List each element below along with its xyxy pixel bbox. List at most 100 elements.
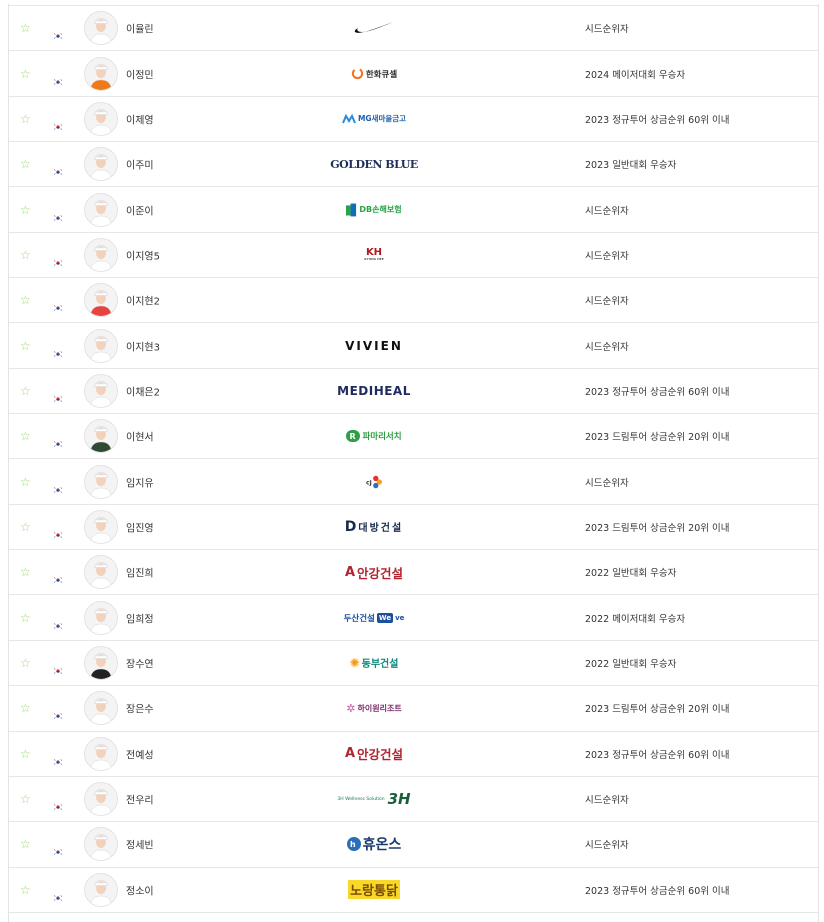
korea-flag-icon — [53, 161, 63, 176]
favorite-star-icon[interactable]: ☆ — [20, 22, 31, 34]
table-row[interactable]: ☆ 이지현3 VIVIEN 시드순위자 — [9, 322, 818, 367]
favorite-star-icon[interactable]: ☆ — [20, 294, 31, 306]
sponsor-empty — [314, 290, 434, 310]
table-row[interactable]: ☆ 이지현2 시드순위자 — [9, 277, 818, 322]
favorite-star-icon[interactable]: ☆ — [20, 657, 31, 669]
korea-flag-icon — [53, 387, 63, 403]
player-name[interactable]: 장은수 — [126, 701, 154, 716]
favorite-star-icon[interactable]: ☆ — [20, 158, 31, 170]
qualification-text: 2023 드림투어 상금순위 20위 이내 — [585, 432, 730, 444]
table-row[interactable]: ☆ 이준이 DB손해보험 시드순위자 — [9, 186, 818, 231]
player-name[interactable]: 이지현2 — [126, 293, 160, 308]
nike-logo — [314, 18, 434, 38]
table-row[interactable]: ☆ 장은수 ✲ 하이원리조트 2023 드림투어 상금순위 20위 이내 — [9, 685, 818, 730]
table-row[interactable]: ☆ 이지영5 KH KYUNG HEE 시드순위자 — [9, 231, 818, 277]
favorite-star-icon[interactable]: ☆ — [20, 566, 31, 578]
player-name[interactable]: 이지영5 — [126, 247, 160, 262]
player-name[interactable]: 이율린 — [126, 21, 154, 36]
table-row[interactable]: ☆ 이채은2 MEDIHEAL 2023 정규투어 상금순위 60위 이내 — [9, 367, 818, 413]
player-name[interactable]: 임지유 — [126, 474, 154, 489]
player-name[interactable]: 전우리 — [126, 792, 154, 807]
high1-logo: ✲ 하이원리조트 — [346, 701, 402, 715]
table-row[interactable]: ☆ 임진영 D 대방건설 2023 드림투어 상금순위 20위 이내 — [9, 503, 818, 549]
player-name[interactable]: 임진영 — [126, 519, 154, 534]
player-avatar[interactable] — [84, 147, 118, 182]
player-avatar[interactable] — [84, 237, 118, 272]
table-row[interactable]: ☆ 임희정 두산건설 We ve 2022 메이저대회 우승자 — [9, 594, 818, 639]
favorite-star-icon[interactable]: ☆ — [20, 748, 31, 760]
player-name[interactable]: 이제영 — [126, 111, 154, 126]
player-avatar[interactable] — [84, 283, 118, 318]
korea-flag-icon — [53, 297, 63, 312]
table-row[interactable]: ☆ 전예성 A 안강건설 2023 정규투어 상금순위 60위 이내 — [9, 730, 818, 776]
qualification-text: 시드순위자 — [585, 205, 629, 217]
player-avatar[interactable] — [84, 11, 118, 46]
favorite-star-icon[interactable]: ☆ — [20, 884, 31, 896]
player-name[interactable]: 전예성 — [126, 746, 154, 761]
player-name[interactable]: 정세빈 — [126, 837, 154, 852]
favorite-star-icon[interactable]: ☆ — [20, 68, 31, 80]
favorite-star-icon[interactable]: ☆ — [20, 430, 31, 442]
player-avatar[interactable] — [84, 464, 118, 499]
player-avatar[interactable] — [84, 645, 118, 680]
favorite-star-icon[interactable]: ☆ — [20, 612, 31, 624]
player-name[interactable]: 이채은2 — [126, 383, 160, 398]
player-avatar[interactable] — [84, 872, 118, 907]
player-avatar[interactable] — [84, 101, 118, 136]
player-name[interactable]: 이지현3 — [126, 338, 160, 353]
player-name[interactable]: 임진희 — [126, 565, 154, 580]
player-name[interactable]: 정소이 — [126, 882, 154, 897]
player-name[interactable]: 이주미 — [126, 157, 154, 172]
korea-flag-icon — [53, 796, 63, 811]
table-row[interactable]: ☆ 이제영 MG새마을금고 2023 정규투어 상금순위 60위 이내 — [9, 95, 818, 141]
table-row[interactable]: ☆ 이주미 GOLDEN BLUE 2023 일반대회 우승자 — [9, 141, 818, 186]
qualification-text: 2024 메이저대회 우승자 — [585, 69, 686, 81]
table-row[interactable]: ☆ 정세빈 h 휴온스 시드순위자 — [9, 821, 818, 866]
player-avatar[interactable] — [84, 555, 118, 590]
player-name[interactable]: 이정민 — [126, 66, 154, 81]
table-row[interactable]: ☆ 장수연 ✺ 동부건설 2022 일반대회 우승자 — [9, 639, 818, 685]
table-row[interactable]: ☆ 임지유 cj 시드순위자 — [9, 458, 818, 503]
korea-flag-icon — [53, 25, 63, 40]
favorite-star-icon[interactable]: ☆ — [20, 838, 31, 850]
table-row-partial — [9, 911, 818, 922]
player-avatar[interactable] — [84, 192, 118, 227]
table-row[interactable]: ☆ 이현서 R 파마리서치 2023 드림투어 상금순위 20위 이내 — [9, 413, 818, 458]
player-name[interactable]: 임희정 — [126, 610, 154, 625]
dongbu-logo: ✺ 동부건설 — [349, 655, 399, 671]
player-avatar[interactable] — [84, 419, 118, 454]
favorite-star-icon[interactable]: ☆ — [20, 385, 31, 397]
daebang-logo: D 대방건설 — [344, 518, 404, 535]
favorite-star-icon[interactable]: ☆ — [20, 476, 31, 488]
player-avatar[interactable] — [84, 782, 118, 817]
player-name[interactable]: 이준이 — [126, 202, 154, 217]
sponsor-name: 노랑통닭 — [350, 884, 398, 900]
player-avatar[interactable] — [84, 56, 118, 91]
player-name[interactable]: 이현서 — [126, 429, 154, 444]
qualification-text: 시드순위자 — [585, 341, 629, 353]
player-avatar[interactable] — [84, 827, 118, 862]
player-avatar[interactable] — [84, 509, 118, 544]
player-avatar[interactable] — [84, 691, 118, 726]
favorite-star-icon[interactable]: ☆ — [20, 340, 31, 352]
favorite-star-icon[interactable]: ☆ — [20, 204, 31, 216]
player-avatar[interactable] — [84, 736, 118, 771]
table-row[interactable]: ☆ 임진희 A 안강건설 2022 일반대회 우승자 — [9, 549, 818, 594]
favorite-star-icon[interactable]: ☆ — [20, 702, 31, 714]
favorite-star-icon[interactable]: ☆ — [20, 793, 31, 805]
table-row[interactable]: ☆ 전우리 3H Wellness Solution 3H 시드순위자 — [9, 775, 818, 821]
korea-flag-icon — [53, 659, 63, 675]
table-row[interactable]: ☆ 이율린 시드순위자 — [9, 5, 818, 50]
qualification-text: 2022 메이저대회 우승자 — [585, 613, 686, 625]
qualification-text: 2022 일반대회 우승자 — [585, 568, 677, 580]
favorite-star-icon[interactable]: ☆ — [20, 249, 31, 261]
player-avatar[interactable] — [84, 600, 118, 635]
table-row[interactable]: ☆ 이정민 한화큐셀 2024 메이저대회 우승자 — [9, 50, 818, 95]
player-avatar[interactable] — [84, 373, 118, 408]
table-row[interactable]: ☆ 정소이 노랑통닭 2023 정규투어 상금순위 60위 이내 — [9, 866, 818, 912]
favorite-star-icon[interactable]: ☆ — [20, 113, 31, 125]
favorite-star-icon[interactable]: ☆ — [20, 521, 31, 533]
qualification-text: 2023 드림투어 상금순위 20위 이내 — [585, 704, 730, 716]
player-avatar[interactable] — [84, 328, 118, 363]
player-name[interactable]: 장수연 — [126, 655, 154, 670]
